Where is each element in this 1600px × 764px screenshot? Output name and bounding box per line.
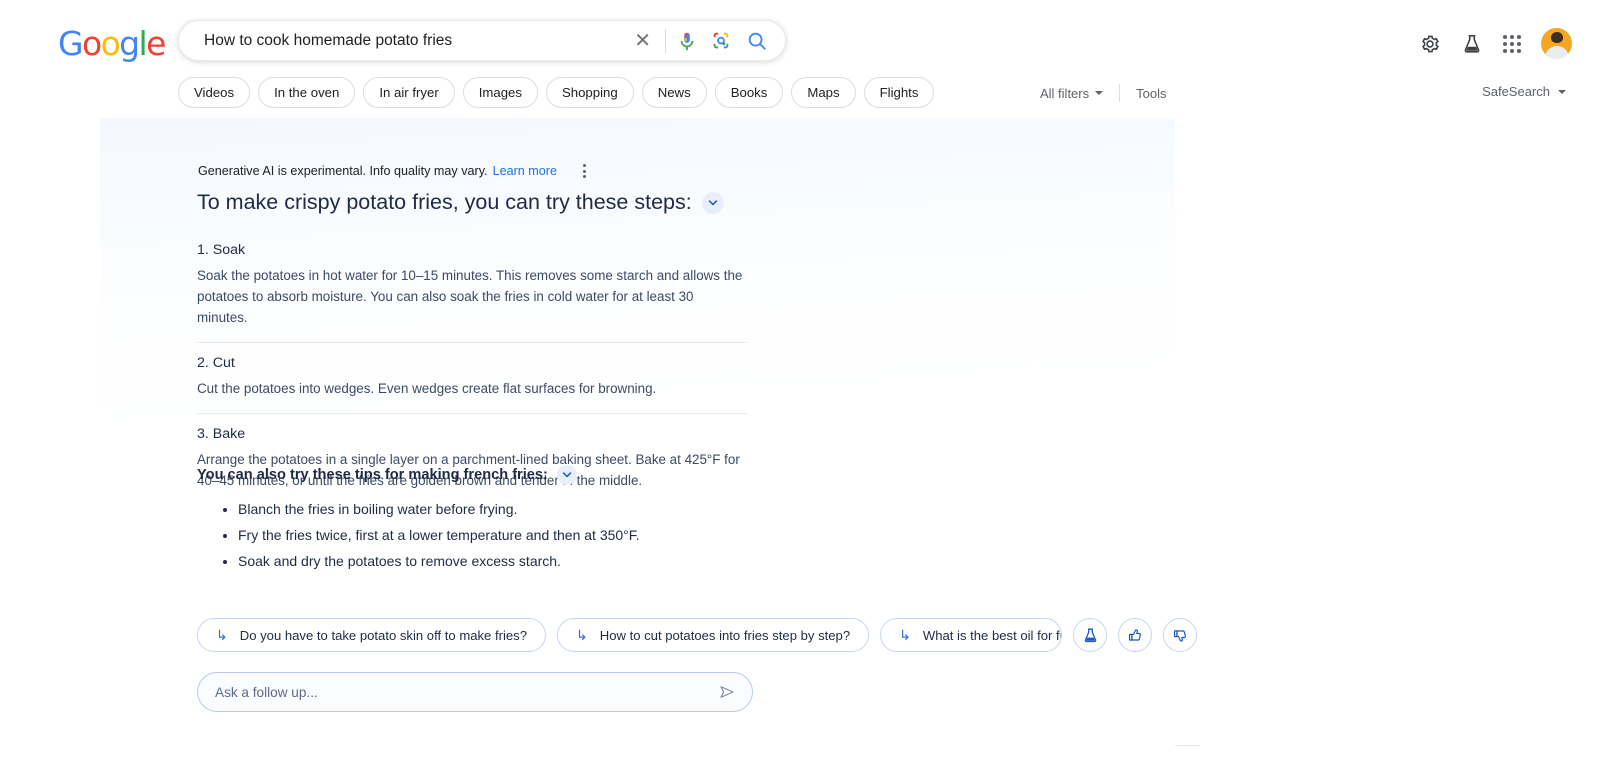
ai-step: 3. Bake Arrange the potatoes in a single… bbox=[197, 414, 747, 505]
thumb-up-icon bbox=[1128, 628, 1141, 641]
list-item: Blanch the fries in boiling water before… bbox=[238, 496, 640, 522]
filter-chip-in-the-oven[interactable]: In the oven bbox=[258, 77, 356, 108]
clear-search-icon[interactable]: ✕ bbox=[626, 31, 659, 51]
filter-chip-images[interactable]: Images bbox=[462, 77, 538, 108]
chevron-down-icon bbox=[1095, 91, 1104, 95]
labs-flask-button[interactable] bbox=[1073, 618, 1108, 652]
learn-more-link[interactable]: Learn more bbox=[493, 164, 557, 178]
ai-disclaimer-text: Generative AI is experimental. Info qual… bbox=[198, 164, 488, 178]
reply-arrow-icon: ↳ bbox=[216, 627, 228, 643]
labs-flask-icon[interactable] bbox=[1461, 33, 1483, 55]
tools-button[interactable]: Tools bbox=[1136, 86, 1166, 101]
all-filters-button[interactable]: All filters bbox=[1040, 85, 1104, 101]
ai-step: 2. Cut Cut the potatoes into wedges. Eve… bbox=[197, 343, 747, 414]
followup-chip-3[interactable]: ↳ What is the best oil for fren bbox=[880, 618, 1063, 652]
google-apps-grid-icon[interactable] bbox=[1503, 34, 1521, 53]
followup-input-box bbox=[197, 672, 753, 712]
divider bbox=[665, 28, 666, 53]
ai-step-title: 3. Bake bbox=[197, 426, 246, 442]
followup-chip-label: Do you have to take potato skin off to m… bbox=[239, 627, 527, 643]
labs-flask-icon bbox=[1084, 627, 1096, 642]
filter-chip-flights[interactable]: Flights bbox=[863, 77, 935, 108]
ai-step-body: Cut the potatoes into wedges. Even wedge… bbox=[197, 381, 657, 396]
all-filters-label: All filters bbox=[1040, 85, 1090, 101]
send-paper-plane-icon[interactable] bbox=[718, 683, 736, 701]
kebab-menu-icon[interactable] bbox=[578, 160, 591, 182]
ai-step-title: 1. Soak bbox=[197, 242, 246, 258]
ai-step: 1. Soak Soak the potatoes in hot water f… bbox=[197, 230, 747, 343]
ai-steps-list: 1. Soak Soak the potatoes in hot water f… bbox=[197, 230, 747, 505]
filters-tools-row: All filters Tools bbox=[1040, 84, 1166, 102]
logo-letter: e bbox=[146, 24, 166, 63]
reply-arrow-icon: ↳ bbox=[576, 627, 588, 643]
filter-chip-row: Videos In the oven In air fryer Images S… bbox=[178, 77, 935, 108]
ai-overview-heading: To make crispy potato fries, you can try… bbox=[197, 190, 724, 215]
filter-chip-maps[interactable]: Maps bbox=[791, 77, 856, 108]
ai-step-title: 2. Cut bbox=[197, 355, 235, 371]
reply-arrow-icon: ↳ bbox=[899, 627, 911, 643]
search-bar: ✕ bbox=[178, 20, 786, 61]
list-item: Fry the fries twice, first at a lower te… bbox=[238, 522, 640, 548]
ai-step-body: Soak the potatoes in hot water for 10–15… bbox=[197, 268, 743, 325]
divider bbox=[1119, 84, 1121, 102]
filter-chip-shopping[interactable]: Shopping bbox=[545, 77, 634, 108]
search-header: Google ✕ bbox=[0, 0, 1600, 118]
filter-chip-videos[interactable]: Videos bbox=[178, 77, 251, 108]
logo-letter: G bbox=[58, 24, 84, 63]
ai-tips-heading: You can also try these tips for making f… bbox=[197, 465, 577, 485]
ai-heading-text: To make crispy potato fries, you can try… bbox=[197, 190, 692, 214]
logo-letter: g bbox=[119, 24, 140, 63]
chevron-down-icon[interactable] bbox=[556, 465, 577, 485]
safesearch-button[interactable]: SafeSearch bbox=[1482, 84, 1566, 99]
thumbs-up-button[interactable] bbox=[1118, 618, 1153, 652]
list-item: Soak and dry the potatoes to remove exce… bbox=[238, 548, 640, 574]
followup-input[interactable] bbox=[213, 683, 718, 701]
followup-chip-row: ↳ Do you have to take potato skin off to… bbox=[197, 618, 1198, 652]
search-submit-icon[interactable] bbox=[746, 30, 768, 52]
ai-tips-list: Blanch the fries in boiling water before… bbox=[210, 496, 640, 574]
microphone-icon[interactable] bbox=[676, 30, 698, 52]
avatar[interactable] bbox=[1541, 28, 1572, 59]
logo-letter: o bbox=[100, 24, 121, 63]
filter-chip-news[interactable]: News bbox=[641, 77, 707, 108]
safesearch-label: SafeSearch bbox=[1482, 84, 1550, 99]
google-lens-icon[interactable] bbox=[710, 30, 732, 52]
chevron-down-icon[interactable] bbox=[701, 191, 724, 214]
google-logo[interactable]: Google bbox=[58, 24, 166, 63]
header-icon-group bbox=[1419, 28, 1572, 59]
followup-chip-2[interactable]: ↳ How to cut potatoes into fries step by… bbox=[557, 618, 870, 652]
chevron-down-icon bbox=[1558, 89, 1566, 94]
followup-chip-label: How to cut potatoes into fries step by s… bbox=[599, 627, 851, 643]
search-input[interactable] bbox=[179, 31, 627, 50]
tools-label: Tools bbox=[1136, 85, 1167, 101]
followup-chip-label: What is the best oil for fren bbox=[922, 627, 1061, 643]
logo-letter: l bbox=[138, 24, 148, 63]
filter-chip-in-air-fryer[interactable]: In air fryer bbox=[363, 77, 455, 108]
followup-chip-1[interactable]: ↳ Do you have to take potato skin off to… bbox=[197, 618, 546, 652]
logo-letter: o bbox=[81, 24, 102, 63]
ai-tips-heading-text: You can also try these tips for making f… bbox=[197, 467, 548, 483]
thumb-down-icon bbox=[1173, 629, 1186, 642]
ai-disclaimer: Generative AI is experimental. Info qual… bbox=[198, 160, 591, 182]
gear-icon[interactable] bbox=[1419, 33, 1441, 55]
filter-chip-books[interactable]: Books bbox=[714, 77, 784, 108]
ai-overview-panel: Generative AI is experimental. Info qual… bbox=[100, 118, 1198, 748]
thumbs-down-button[interactable] bbox=[1163, 618, 1198, 652]
